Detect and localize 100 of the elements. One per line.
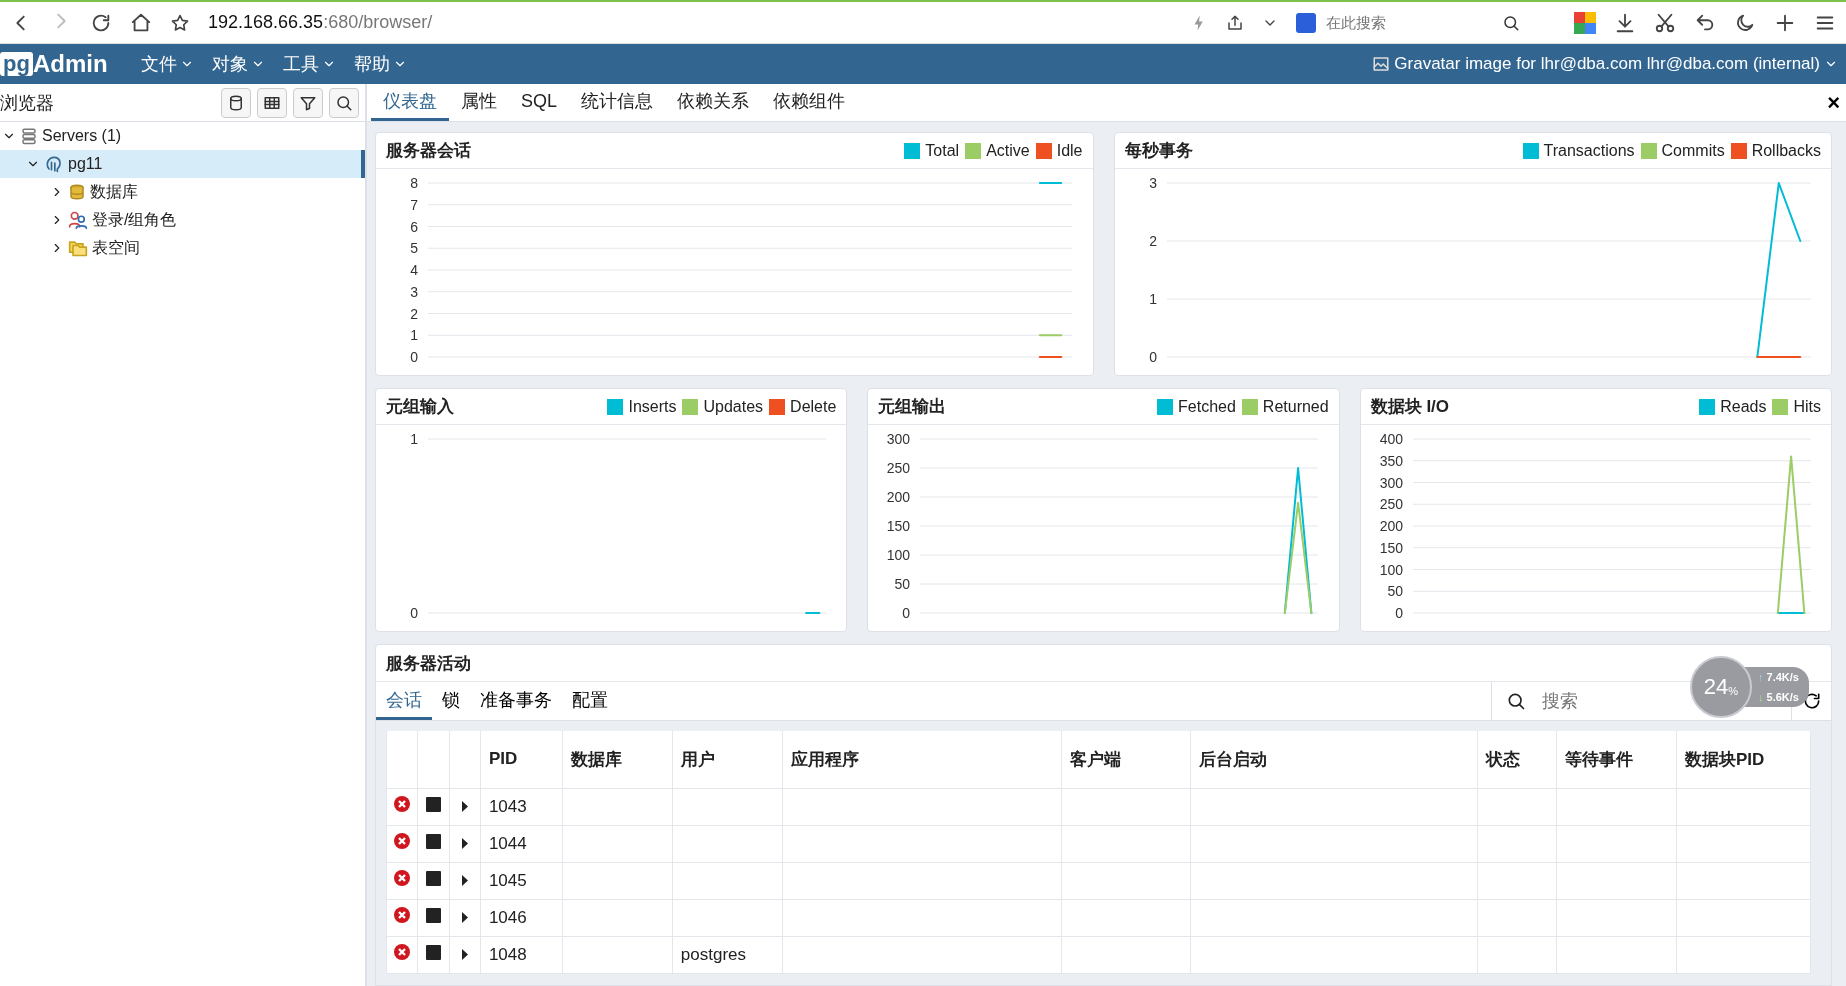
menu-item[interactable]: 帮助: [344, 52, 416, 76]
legend-label: Commits: [1661, 141, 1725, 160]
tab[interactable]: 准备事务: [470, 682, 562, 720]
axis-tick-label: 7: [410, 196, 418, 213]
legend-label: Reads: [1720, 397, 1767, 416]
menu-item[interactable]: 工具: [273, 52, 345, 76]
axis-tick-label: 100: [886, 547, 911, 563]
tree-item[interactable]: 登录/组角色: [0, 206, 365, 234]
broken-image-icon: [1372, 55, 1391, 73]
tab[interactable]: 统计信息: [569, 84, 666, 121]
tab[interactable]: 属性: [449, 84, 509, 121]
column-header[interactable]: 用户: [680, 749, 715, 769]
search-icon: [335, 93, 353, 112]
legend-label: Total: [925, 141, 960, 160]
stop-icon[interactable]: [425, 907, 441, 923]
search-icon: [1506, 691, 1526, 711]
axis-tick-label: 3: [410, 283, 418, 300]
menu-item[interactable]: 文件: [131, 52, 203, 76]
axis-tick-label: 50: [1387, 583, 1403, 600]
cancel-icon[interactable]: [393, 906, 411, 924]
tab[interactable]: 依赖组件: [761, 84, 858, 121]
cancel-icon[interactable]: [393, 832, 411, 850]
expand-icon[interactable]: [460, 837, 469, 849]
axis-tick-label: 250: [1379, 496, 1403, 513]
column-header[interactable]: 后台启动: [1199, 749, 1268, 769]
user-menu[interactable]: Gravatar image for lhr@dba.com lhr@dba.com (internal): [1394, 54, 1820, 74]
expand-icon[interactable]: [460, 800, 469, 812]
tree-item[interactable]: pg11: [0, 150, 365, 178]
axis-tick-label: 200: [1379, 518, 1403, 534]
axis-tick-label: 100: [1379, 561, 1403, 578]
tree-item[interactable]: 表空间: [0, 234, 365, 262]
axis-tick-label: 1: [410, 431, 418, 447]
cancel-icon[interactable]: [393, 943, 411, 961]
server-stack-icon: [20, 127, 38, 145]
axis-tick-label: 1: [410, 327, 418, 344]
tree-item[interactable]: Servers (1): [0, 122, 365, 150]
users-icon: [68, 210, 88, 230]
table-view-button[interactable]: [257, 87, 287, 118]
home-icon[interactable]: [130, 11, 152, 34]
table-cell: postgres: [680, 944, 746, 964]
tab[interactable]: 依赖关系: [665, 84, 762, 121]
stop-icon[interactable]: [425, 796, 441, 812]
expand-icon[interactable]: [460, 911, 469, 923]
axis-tick-label: 150: [1379, 539, 1403, 556]
menu-item[interactable]: 对象: [202, 52, 274, 76]
tab[interactable]: SQL: [509, 84, 570, 121]
cancel-icon[interactable]: [393, 869, 411, 887]
tab[interactable]: 锁: [432, 682, 470, 720]
column-header[interactable]: PID: [488, 749, 518, 769]
search-button[interactable]: [329, 87, 359, 118]
chart-title: 数据块 I/O: [1370, 396, 1451, 418]
table-cell: 1046: [488, 907, 527, 927]
axis-tick-label: 0: [410, 349, 418, 365]
query-tool-button[interactable]: [221, 87, 251, 118]
legend-label: Delete: [790, 397, 837, 416]
legend-label: Updates: [703, 397, 764, 416]
axis-tick-label: 150: [886, 518, 911, 534]
database-icon: [68, 183, 86, 201]
stop-icon[interactable]: [425, 944, 441, 960]
axis-tick-label: 4: [410, 262, 418, 278]
search-icon[interactable]: [1502, 13, 1520, 32]
close-button[interactable]: ×: [1821, 84, 1846, 121]
axis-tick-label: 0: [1394, 605, 1403, 621]
filter-button[interactable]: [293, 87, 323, 118]
axis-tick-label: 300: [886, 431, 911, 447]
share-icon[interactable]: [1226, 13, 1244, 32]
chart-title: 元组输出: [878, 396, 948, 418]
table-cell: 1043: [488, 796, 527, 816]
column-header[interactable]: 数据库: [570, 749, 622, 769]
column-header[interactable]: 客户端: [1070, 749, 1122, 769]
axis-tick-label: 400: [1379, 431, 1403, 447]
panel-title: 服务器活动: [386, 652, 472, 675]
address-bar[interactable]: 192.168.66.35:680/browser/: [208, 12, 433, 33]
legend-label: Active: [986, 141, 1030, 160]
column-header[interactable]: 状态: [1486, 749, 1521, 769]
stop-icon[interactable]: [425, 870, 441, 886]
legend-label: Rollbacks: [1751, 141, 1821, 160]
column-header[interactable]: 应用程序: [790, 749, 859, 769]
axis-tick-label: 300: [1379, 474, 1403, 491]
table-cell: 1045: [488, 870, 527, 890]
expand-icon[interactable]: [460, 948, 469, 960]
axis-tick-label: 0: [1148, 349, 1157, 365]
app-logo: pgAdmin: [0, 50, 108, 78]
download-icon[interactable]: [1614, 11, 1636, 34]
axis-tick-label: 200: [886, 489, 911, 505]
legend-label: Fetched: [1178, 397, 1236, 416]
folders-icon: [68, 238, 88, 258]
stop-icon[interactable]: [425, 833, 441, 849]
scissors-icon[interactable]: [1654, 11, 1676, 34]
tree-item[interactable]: 数据库: [0, 178, 365, 206]
star-icon[interactable]: [170, 12, 190, 33]
tab[interactable]: 配置: [562, 682, 618, 720]
axis-tick-label: 6: [410, 218, 418, 235]
axis-tick-label: 350: [1379, 452, 1403, 469]
legend-label: Transactions: [1543, 141, 1635, 160]
cancel-icon[interactable]: [393, 795, 411, 813]
legend-label: Inserts: [628, 397, 677, 416]
expand-icon[interactable]: [460, 874, 469, 886]
chart-title: 每秒事务: [1124, 140, 1194, 162]
app-icon[interactable]: [1574, 11, 1596, 34]
